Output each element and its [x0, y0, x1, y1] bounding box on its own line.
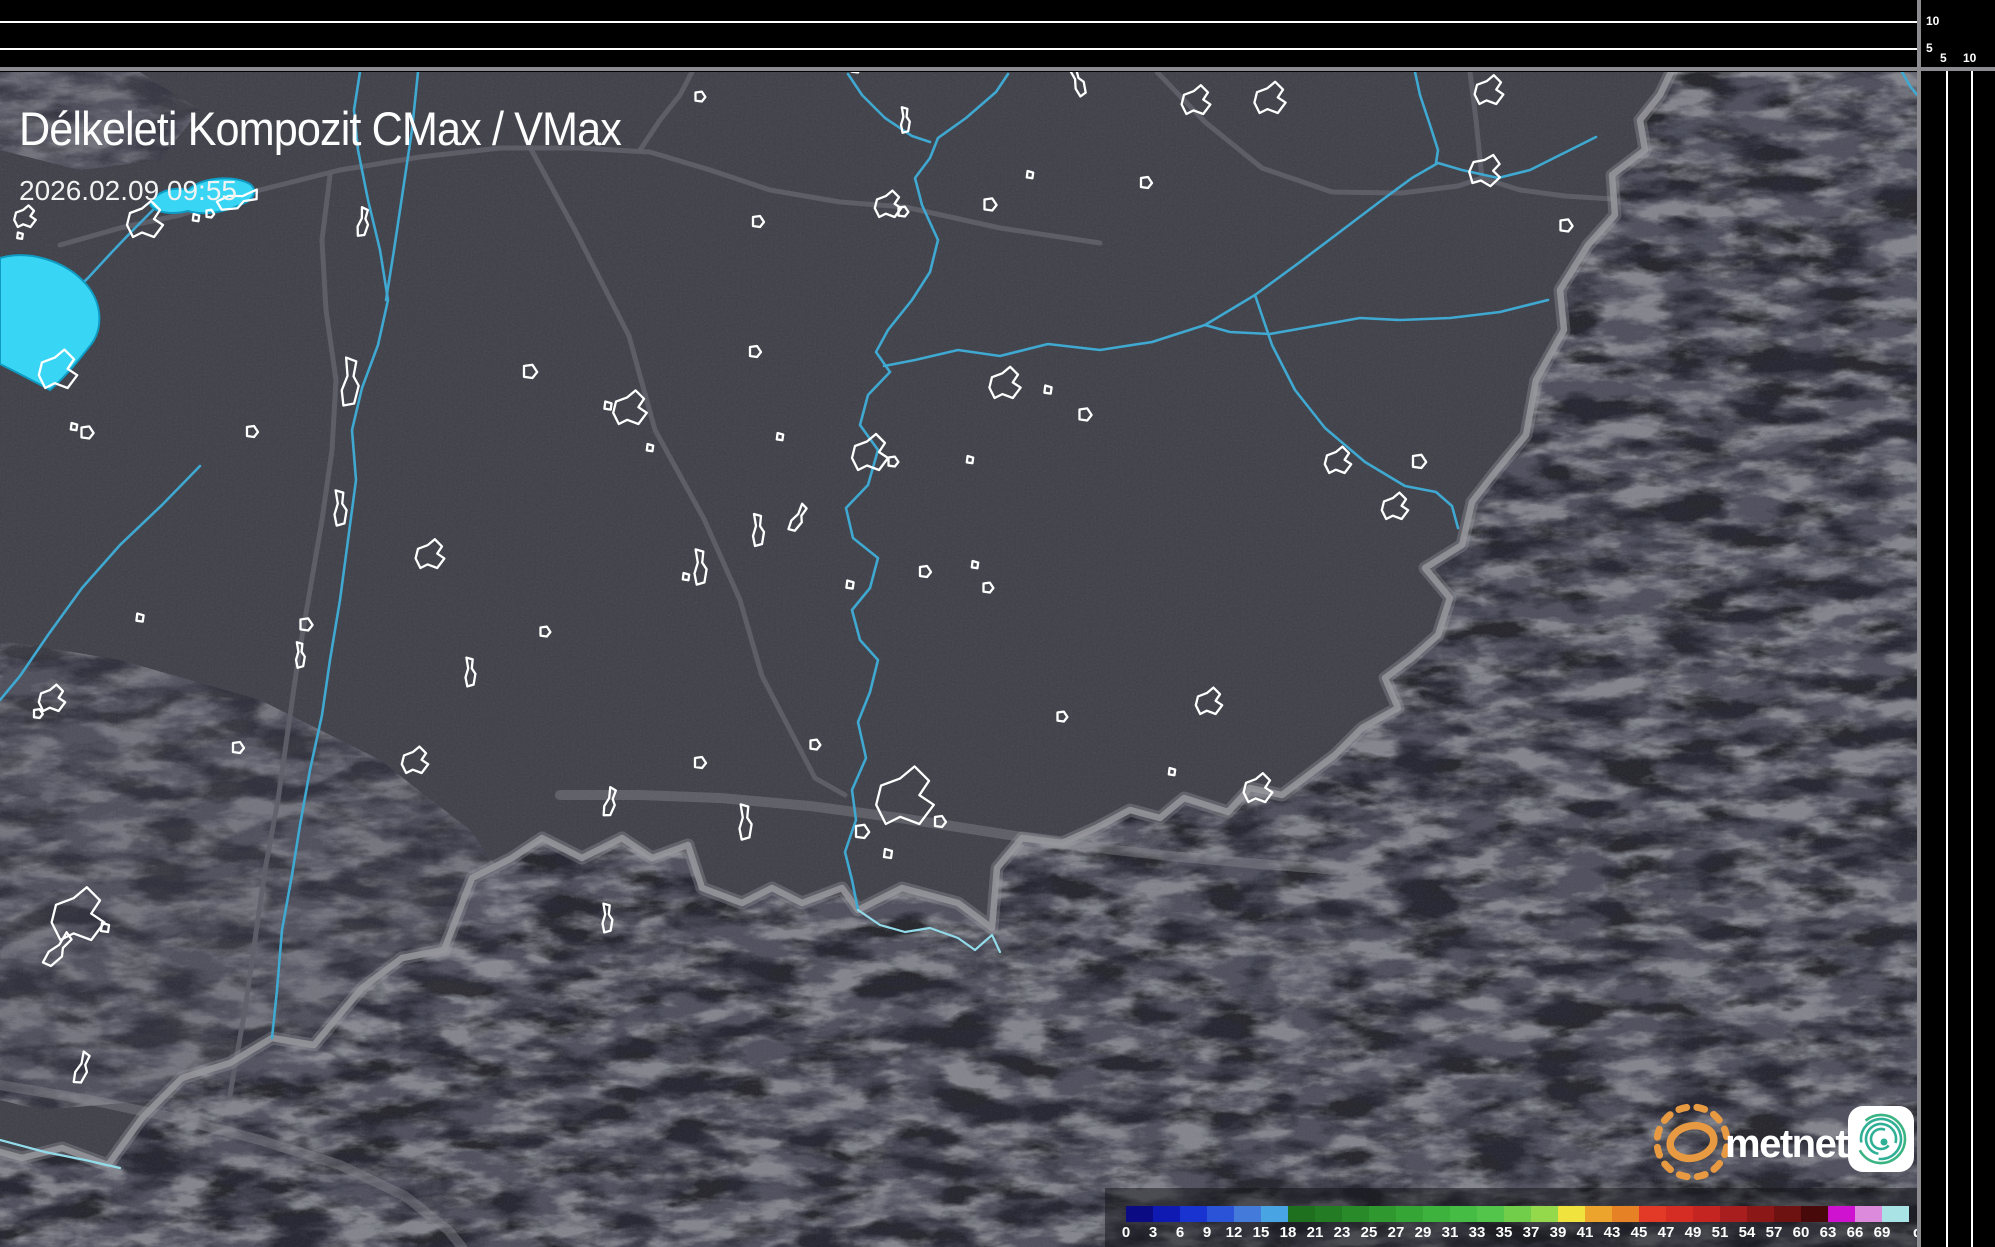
- map-grain-texture: [0, 72, 1917, 1247]
- height-gridline-5km: [0, 48, 1917, 50]
- product-title: Délkeleti Kompozit CMax / VMax: [19, 101, 621, 156]
- scale-color-segment: [1720, 1206, 1747, 1222]
- scale-tick-label: 41: [1577, 1224, 1594, 1241]
- height-gridline-10km-vertical: [1971, 71, 1973, 1247]
- scale-color-segment: [1504, 1206, 1531, 1222]
- scale-color-segment: [1747, 1206, 1774, 1222]
- scale-tick-label: 49: [1685, 1224, 1702, 1241]
- height-axis-label-5: 5: [1926, 42, 1933, 54]
- scale-color-segment: [1126, 1206, 1153, 1222]
- scale-tick-label: 69: [1874, 1224, 1891, 1241]
- scale-color-segment: [1828, 1206, 1855, 1222]
- scale-color-segment: [1396, 1206, 1423, 1222]
- scale-tick-label: 0: [1122, 1224, 1130, 1241]
- scale-tick-label: 15: [1253, 1224, 1270, 1241]
- scale-tick-label: 18: [1280, 1224, 1297, 1241]
- scale-tick-label: 39: [1550, 1224, 1567, 1241]
- scale-color-segment: [1450, 1206, 1477, 1222]
- scale-color-segment: [1855, 1206, 1882, 1222]
- scale-tick-label: 21: [1307, 1224, 1324, 1241]
- height-gridline-10km: [0, 21, 1917, 23]
- radar-composite-screen: 10 5 5 10 Délkeleti Kompozit CMax / VMax…: [0, 0, 1995, 1247]
- scale-color-segment: [1558, 1206, 1585, 1222]
- scale-color-segment: [1774, 1206, 1801, 1222]
- scale-color-segment: [1234, 1206, 1261, 1222]
- scale-tick-label: 45: [1631, 1224, 1648, 1241]
- scale-tick-label: 57: [1766, 1224, 1783, 1241]
- scale-color-segment: [1531, 1206, 1558, 1222]
- sun-logo-icon: [1652, 1102, 1731, 1181]
- scale-color-segment: [1288, 1206, 1315, 1222]
- scale-tick-label: 12: [1226, 1224, 1243, 1241]
- scale-color-segment: [1261, 1206, 1288, 1222]
- scale-tick-label: 6: [1176, 1224, 1184, 1241]
- height-gridline-5km-vertical: [1946, 71, 1948, 1247]
- scale-color-segment: [1585, 1206, 1612, 1222]
- scale-color-segment: [1612, 1206, 1639, 1222]
- scale-tick-label: 43: [1604, 1224, 1621, 1241]
- scale-color-segment: [1369, 1206, 1396, 1222]
- height-axis-label-10: 10: [1926, 15, 1939, 27]
- scale-tick-label: 63: [1820, 1224, 1837, 1241]
- scale-color-segments: [1126, 1206, 1909, 1222]
- scale-tick-label: 66: [1847, 1224, 1864, 1241]
- scale-tick-label: 33: [1469, 1224, 1486, 1241]
- scale-tick-label: 3: [1149, 1224, 1157, 1241]
- scale-color-segment: [1207, 1206, 1234, 1222]
- right-profile-panel: 10 5 5 10: [1921, 0, 1995, 1247]
- scale-color-segment: [1315, 1206, 1342, 1222]
- scale-color-segment: [1153, 1206, 1180, 1222]
- scale-color-segment: [1801, 1206, 1828, 1222]
- radar-map-canvas: [0, 0, 1995, 1247]
- scale-tick-label: 37: [1523, 1224, 1540, 1241]
- scale-tick-label: 35: [1496, 1224, 1513, 1241]
- metnet-logo: metnet: [1630, 1098, 1930, 1190]
- scale-tick-label: 60: [1793, 1224, 1810, 1241]
- scale-tick-label: 23: [1334, 1224, 1351, 1241]
- scale-tick-label: 54: [1739, 1224, 1756, 1241]
- top-profile-panel: [0, 0, 1917, 67]
- product-timestamp: 2026.02.09 09:55: [19, 175, 237, 207]
- height-axis-label-right-5: 5: [1940, 52, 1947, 64]
- scale-tick-label: 47: [1658, 1224, 1675, 1241]
- panel-divider-horizontal: [0, 67, 1995, 71]
- height-axis-label-right-10: 10: [1963, 52, 1976, 64]
- scale-color-segment: [1423, 1206, 1450, 1222]
- scale-tick-label: 51: [1712, 1224, 1729, 1241]
- scale-color-segment: [1342, 1206, 1369, 1222]
- scale-tick-label: 9: [1203, 1224, 1211, 1241]
- scale-tick-label: 27: [1388, 1224, 1405, 1241]
- scale-color-segment: [1666, 1206, 1693, 1222]
- metnet-wordmark: metnet: [1725, 1122, 1848, 1166]
- scale-color-segment: [1882, 1206, 1909, 1222]
- scale-tick-label: 25: [1361, 1224, 1378, 1241]
- scale-tick-label: 31: [1442, 1224, 1459, 1241]
- scale-color-segment: [1639, 1206, 1666, 1222]
- scale-color-segment: [1477, 1206, 1504, 1222]
- hungaromet-spiral-icon: [1847, 1105, 1915, 1173]
- scale-color-segment: [1693, 1206, 1720, 1222]
- scale-color-segment: [1180, 1206, 1207, 1222]
- scale-tick-label: 29: [1415, 1224, 1432, 1241]
- panel-divider-vertical: [1917, 0, 1921, 1247]
